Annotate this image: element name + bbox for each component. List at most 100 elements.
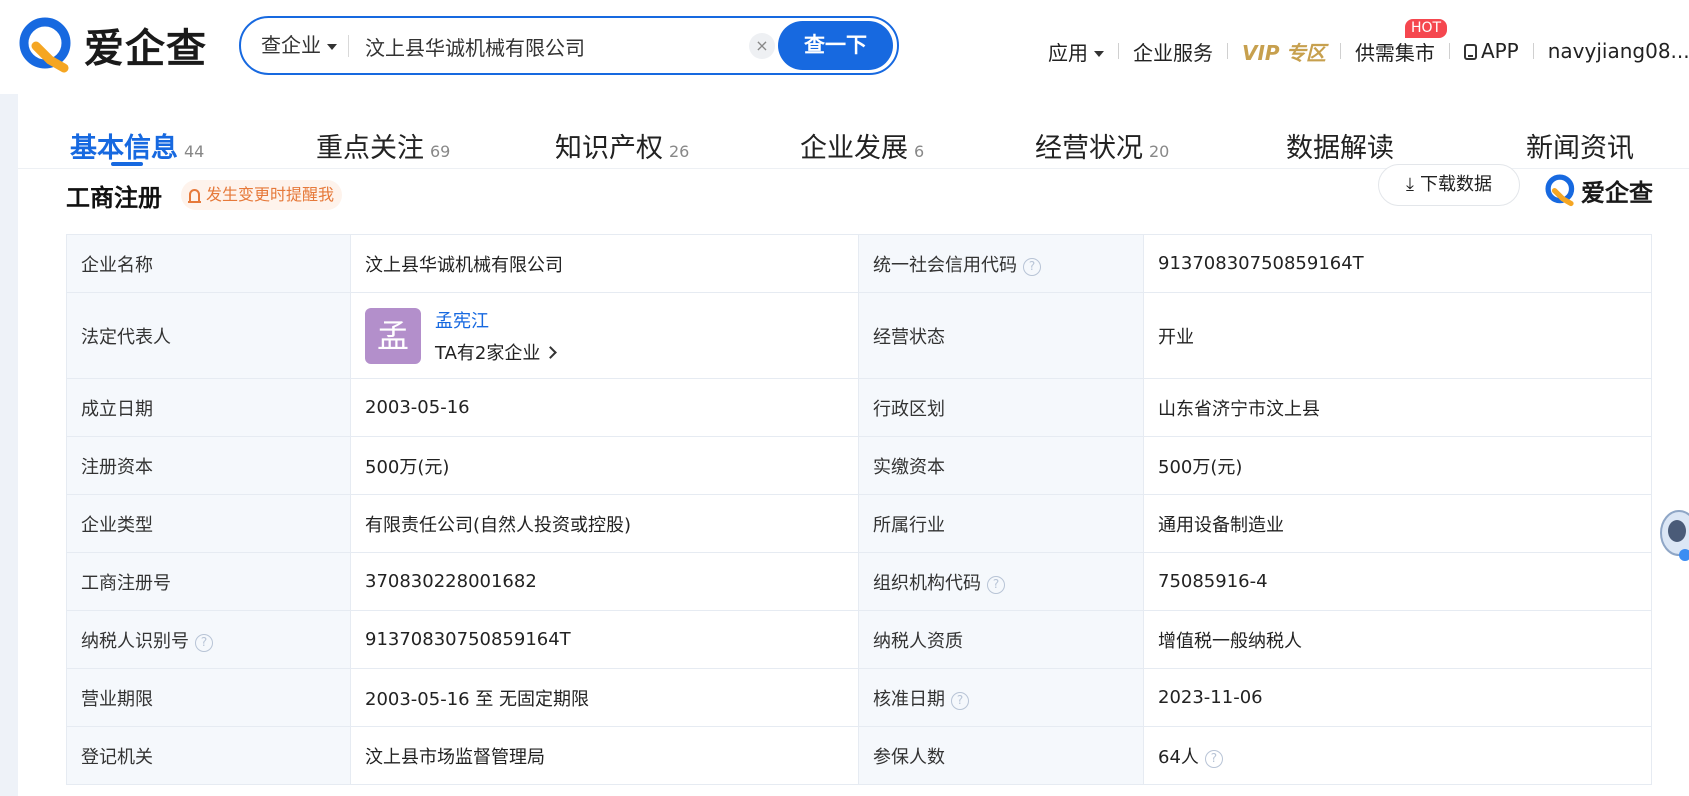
assistant-robot-icon[interactable] (1655, 505, 1689, 565)
field-value: 91370830750859164T (1143, 234, 1652, 293)
field-value: 75085916-4 (1143, 552, 1652, 611)
nav-supply-market[interactable]: 供需集市 HOT (1355, 18, 1448, 66)
search-type-select[interactable]: 查企业 (261, 18, 337, 73)
nav-apps[interactable]: 应用 (1048, 37, 1104, 66)
change-remind-button[interactable]: 发生变更时提醒我 (181, 180, 343, 210)
vip-label: VIP (1242, 40, 1280, 65)
table-row: 企业名称 汶上县华诚机械有限公司 统一社会信用代码? 9137083075085… (66, 234, 1652, 293)
field-label: 登记机关 (66, 726, 351, 785)
top-nav: 应用 企业服务 VIP 专区 供需集市 HOT APP navyjiang08.… (1048, 18, 1689, 68)
remind-label: 发生变更时提醒我 (206, 185, 335, 204)
field-label: 核准日期? (858, 668, 1144, 727)
field-label: 企业类型 (66, 494, 351, 553)
field-value: 开业 (1143, 292, 1652, 379)
field-value: 500万(元) (1143, 436, 1652, 495)
active-tab-indicator (111, 162, 143, 166)
help-icon[interactable]: ? (1023, 257, 1041, 276)
table-row: 注册资本 500万(元) 实缴资本 500万(元) (66, 436, 1652, 495)
download-icon: ⤓ (1406, 174, 1414, 195)
site-logo[interactable]: 爱企查 (18, 16, 207, 74)
field-label: 法定代表人 (66, 292, 351, 379)
nav-divider (1227, 43, 1228, 59)
top-header: 爱企查 查企业 × 查一下 应用 企业服务 VIP 专区 供需集市 HOT AP… (0, 0, 1689, 94)
logo-q-icon (1545, 174, 1575, 207)
download-data-button[interactable]: ⤓ 下载数据 (1378, 164, 1520, 206)
field-value: 500万(元) (350, 436, 859, 495)
company-detail-panel: 基本信息 44 重点关注 69 知识产权 26 企业发展 6 经营状况 20 数据解读 新… (18, 94, 1689, 796)
help-icon[interactable]: ? (195, 633, 213, 652)
tab-label: 知识产权 (555, 133, 663, 164)
help-icon[interactable]: ? (951, 691, 969, 710)
vip-zone-label: 专区 (1285, 40, 1326, 65)
tab-label: 基本信息 (70, 133, 178, 164)
bell-icon (188, 189, 201, 203)
caret-down-icon (1094, 51, 1104, 57)
avatar[interactable]: 孟 (365, 307, 421, 364)
person-name-link[interactable]: 孟宪江 (435, 307, 555, 333)
field-label: 参保人数 (858, 726, 1144, 785)
search-input[interactable] (365, 28, 745, 64)
nav-divider (1532, 43, 1534, 59)
legal-representative: 孟 孟宪江 TA有2家企业 (365, 307, 844, 365)
logo-q-icon (19, 17, 71, 73)
chevron-right-icon (544, 345, 558, 359)
tab-count: 44 (184, 142, 205, 161)
tab-count: 26 (669, 142, 690, 161)
table-row: 企业类型 有限责任公司(自然人投资或控股) 所属行业 通用设备制造业 (66, 494, 1652, 553)
tab-news[interactable]: 新闻资讯 (1526, 126, 1634, 165)
help-icon[interactable]: ? (1204, 749, 1223, 768)
field-label: 纳税人资质 (858, 610, 1144, 669)
tab-intellectual-property[interactable]: 知识产权 26 (555, 126, 689, 165)
nav-user-account[interactable]: navyjiang08... (1548, 39, 1689, 63)
field-value: 增值税一般纳税人 (1143, 610, 1652, 669)
search-button[interactable]: 查一下 (778, 21, 893, 70)
tab-label: 经营状况 (1035, 133, 1143, 164)
nav-divider (1339, 43, 1341, 59)
download-label: 下载数据 (1419, 174, 1492, 195)
tab-basic-info[interactable]: 基本信息 44 (70, 126, 204, 165)
tab-key-focus[interactable]: 重点关注 69 (316, 126, 450, 165)
tab-label: 重点关注 (316, 133, 424, 164)
nav-app[interactable]: APP (1463, 39, 1519, 63)
field-value: 汶上县市场监督管理局 (350, 726, 859, 785)
field-label: 企业名称 (66, 234, 351, 293)
table-row: 纳税人识别号? 91370830750859164T 纳税人资质 增值税一般纳税… (66, 610, 1652, 669)
table-row: 法定代表人 孟 孟宪江 TA有2家企业 经营状态 开业 (66, 292, 1652, 379)
search-box: 查企业 × 查一下 (239, 16, 899, 75)
nav-enterprise-service[interactable]: 企业服务 (1133, 37, 1213, 66)
field-label: 成立日期 (66, 378, 351, 437)
tab-data-interpretation[interactable]: 数据解读 (1286, 126, 1394, 165)
nav-vip-zone[interactable]: VIP 专区 (1242, 37, 1326, 66)
table-row: 成立日期 2003-05-16 行政区划 山东省济宁市汶上县 (66, 378, 1652, 437)
person-companies-label: TA有2家企业 (435, 342, 541, 364)
watermark-text: 爱企查 (1581, 178, 1653, 207)
search-divider (348, 35, 349, 57)
tab-label: 新闻资讯 (1526, 133, 1634, 164)
field-label: 实缴资本 (858, 436, 1144, 495)
field-value: 通用设备制造业 (1143, 494, 1652, 553)
logo-text: 爱企查 (84, 26, 207, 72)
field-label: 纳税人识别号? (66, 610, 351, 669)
help-icon[interactable]: ? (987, 575, 1005, 594)
section-title: 工商注册 (66, 184, 162, 212)
nav-divider (1118, 43, 1119, 59)
tab-label: 数据解读 (1286, 133, 1394, 164)
close-icon: × (755, 36, 769, 55)
left-gutter (0, 94, 18, 796)
hot-badge: HOT (1404, 18, 1448, 38)
tab-business-status[interactable]: 经营状况 20 (1035, 126, 1169, 165)
registration-info-table: 企业名称 汶上县华诚机械有限公司 统一社会信用代码? 9137083075085… (66, 234, 1652, 785)
clear-search-button[interactable]: × (749, 33, 775, 59)
nav-app-label: APP (1480, 39, 1519, 63)
field-label: 行政区划 (858, 378, 1144, 437)
field-label-text: 统一社会信用代码 (873, 254, 1017, 276)
tab-enterprise-development[interactable]: 企业发展 6 (800, 126, 924, 165)
field-label-text: 核准日期 (873, 688, 945, 710)
field-value: 2023-11-06 (1143, 668, 1652, 727)
person-companies-link[interactable]: TA有2家企业 (435, 339, 558, 365)
field-value: 孟 孟宪江 TA有2家企业 (350, 292, 859, 379)
field-label: 统一社会信用代码? (858, 234, 1144, 293)
field-label: 经营状态 (858, 292, 1144, 379)
table-row: 登记机关 汶上县市场监督管理局 参保人数 64人? (66, 726, 1652, 785)
table-row: 工商注册号 370830228001682 组织机构代码? 75085916-4 (66, 552, 1652, 611)
